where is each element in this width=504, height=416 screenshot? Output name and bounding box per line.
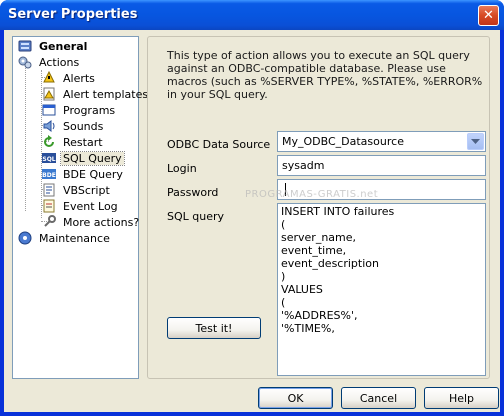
cancel-button[interactable]: Cancel xyxy=(341,387,416,409)
chevron-down-icon[interactable] xyxy=(467,133,484,150)
settings-tree[interactable]: General Actions Alerts Alert templates P… xyxy=(12,36,148,379)
tree-item-sounds[interactable]: Sounds xyxy=(41,118,105,134)
tree-item-maintenance[interactable]: Maintenance xyxy=(17,230,112,246)
restart-icon xyxy=(41,134,57,150)
window-title: Server Properties xyxy=(8,7,138,22)
tree-item-label: SQL Query xyxy=(60,150,125,166)
tree-item-label: Programs xyxy=(63,103,116,117)
alert-templates-icon xyxy=(41,86,57,102)
tree-item-label: BDE Query xyxy=(63,167,123,181)
password-label: Password xyxy=(167,186,219,199)
odbc-label: ODBC Data Source xyxy=(167,138,271,151)
programs-icon xyxy=(41,102,57,118)
sounds-icon xyxy=(41,118,57,134)
tree-item-label: Maintenance xyxy=(39,231,110,245)
sql-query-label: SQL query xyxy=(167,210,225,223)
tree-item-more-actions[interactable]: More actions? xyxy=(41,214,141,230)
tree-item-label: Restart xyxy=(63,135,103,149)
tree-item-programs[interactable]: Programs xyxy=(41,102,117,118)
tree-item-label: More actions? xyxy=(63,215,140,229)
tree-item-label: General xyxy=(39,39,88,53)
maintenance-icon xyxy=(17,230,33,246)
odbc-datasource-select[interactable]: My_ODBC_Datasource xyxy=(277,131,486,152)
dialog-client-area: General Actions Alerts Alert templates P… xyxy=(4,30,500,412)
tree-item-vbscript[interactable]: VBScript xyxy=(41,182,112,198)
close-button[interactable]: ✕ xyxy=(478,5,499,26)
alert-icon xyxy=(41,70,57,86)
tree-item-label: Sounds xyxy=(63,119,104,133)
tree-item-alerts[interactable]: Alerts xyxy=(41,70,97,86)
tree-item-restart[interactable]: Restart xyxy=(41,134,105,150)
tree-item-label: Event Log xyxy=(63,199,118,213)
tree-item-label: Actions xyxy=(39,55,80,69)
tree-item-label: Alerts xyxy=(63,71,95,85)
watermark: PROGRAMAS-GRATIS.net xyxy=(245,189,379,200)
sql-icon: SQL xyxy=(41,150,57,166)
ok-button[interactable]: OK xyxy=(258,387,333,409)
server-icon xyxy=(17,38,33,54)
svg-text:SQL: SQL xyxy=(42,156,55,163)
tree-item-actions[interactable]: Actions xyxy=(17,54,81,70)
panel-description: This type of action allows you to execut… xyxy=(167,49,483,101)
tree-item-sql-query[interactable]: SQL SQL Query xyxy=(41,150,125,166)
bde-icon: BDE xyxy=(41,166,57,182)
tree-item-general[interactable]: General xyxy=(17,38,89,54)
odbc-datasource-value: My_ODBC_Datasource xyxy=(282,135,404,148)
event-log-icon xyxy=(41,198,57,214)
tree-item-bde-query[interactable]: BDE BDE Query xyxy=(41,166,125,182)
sql-query-panel: This type of action allows you to execut… xyxy=(147,36,490,379)
help-button[interactable]: Help xyxy=(424,387,499,409)
tree-item-alert-templates[interactable]: Alert templates xyxy=(41,86,150,102)
more-actions-icon xyxy=(41,214,57,230)
sql-query-textarea[interactable]: INSERT INTO failures ( server_name, even… xyxy=(277,203,486,376)
login-label: Login xyxy=(167,162,197,175)
vbscript-icon xyxy=(41,182,57,198)
test-it-button[interactable]: Test it! xyxy=(167,317,261,339)
server-properties-window: Server Properties ✕ General Actions Aler… xyxy=(0,0,504,416)
tree-item-label: VBScript xyxy=(63,183,110,197)
tree-item-event-log[interactable]: Event Log xyxy=(41,198,120,214)
svg-text:BDE: BDE xyxy=(42,172,56,179)
title-bar[interactable]: Server Properties ✕ xyxy=(0,0,504,30)
gears-icon xyxy=(17,54,33,70)
login-input[interactable]: sysadm xyxy=(277,155,486,176)
tree-item-label: Alert templates xyxy=(63,87,149,101)
